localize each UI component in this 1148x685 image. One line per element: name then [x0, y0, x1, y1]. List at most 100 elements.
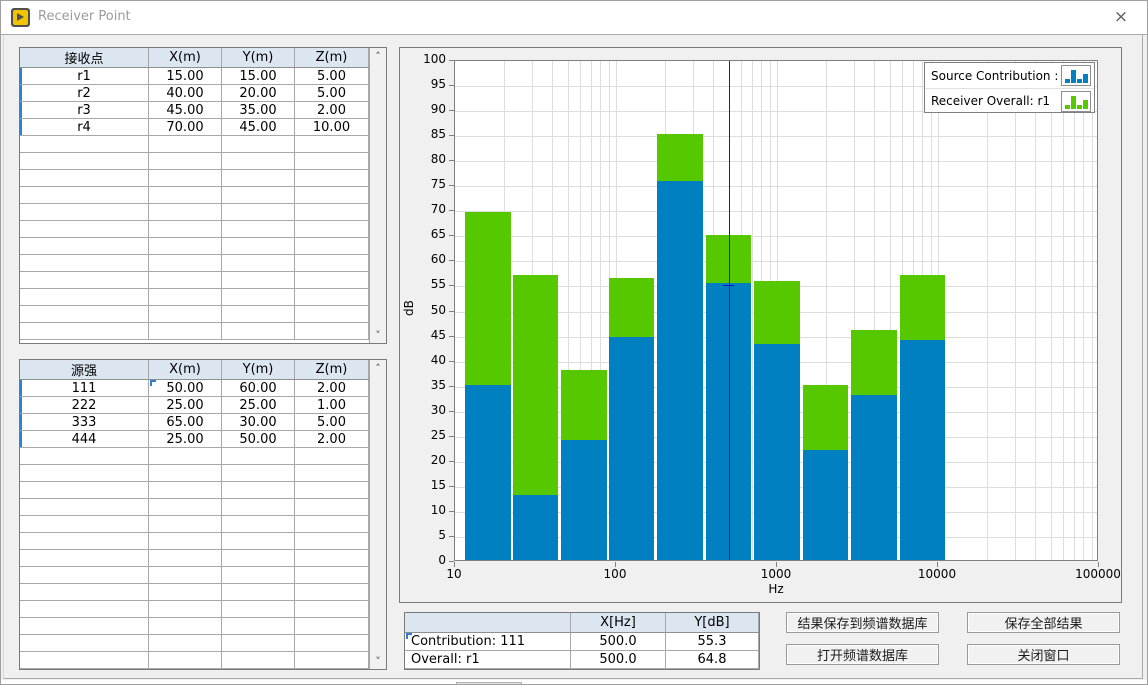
table-cell[interactable]: Overall: r1: [405, 651, 571, 668]
chart-plot-area[interactable]: [454, 60, 1098, 561]
table-cell: [222, 652, 295, 668]
table-cell: [149, 533, 222, 549]
scroll-down-icon[interactable]: ˅: [370, 653, 386, 669]
table-cell[interactable]: 70.00: [149, 119, 222, 135]
table-cell: [222, 482, 295, 498]
table-cell[interactable]: 5.00: [295, 414, 369, 430]
table-cell[interactable]: 2.00: [295, 380, 369, 396]
bar-plot-style-icon[interactable]: [1061, 65, 1091, 86]
table-cell[interactable]: 5.00: [295, 85, 369, 101]
column-header: X(m): [149, 360, 222, 379]
open-spectrum-db-button[interactable]: 打开频谱数据库: [786, 644, 939, 665]
table-cell[interactable]: 65.00: [149, 414, 222, 430]
table-cell[interactable]: r3: [20, 102, 149, 118]
table-cell[interactable]: 50.00: [149, 380, 222, 396]
table-cell: [295, 635, 369, 651]
bar-overall: [851, 330, 897, 395]
bar-overall: [657, 134, 703, 181]
table-cell[interactable]: 35.00: [222, 102, 295, 118]
table-cell[interactable]: 5.00: [295, 68, 369, 84]
vertical-scrollbar[interactable]: ˄˅: [369, 360, 386, 669]
table-cell[interactable]: 333: [20, 414, 149, 430]
table-cell: [20, 170, 149, 186]
chart-cursor-line[interactable]: [729, 61, 730, 560]
scroll-up-icon[interactable]: ˄: [370, 360, 386, 376]
close-window-button[interactable]: 关闭窗口: [967, 644, 1120, 665]
table-cell[interactable]: 45.00: [149, 102, 222, 118]
legend-item-contribution[interactable]: Source Contribution : 111: [925, 63, 1094, 88]
table-cell[interactable]: 50.00: [222, 431, 295, 447]
bar-plot-style-icon[interactable]: [1061, 91, 1091, 112]
y-tick-mark: [449, 361, 454, 362]
table-cell: [222, 516, 295, 532]
selection-marker: [406, 633, 412, 639]
table-cell[interactable]: 55.3: [666, 633, 759, 650]
receiver-row: [20, 170, 386, 187]
bar-overall: [803, 385, 849, 450]
table-cell[interactable]: r4: [20, 119, 149, 135]
table-cell[interactable]: 2.00: [295, 102, 369, 118]
close-icon[interactable]: ×: [1107, 4, 1135, 30]
table-cell: [149, 289, 222, 305]
table-cell[interactable]: 64.8: [666, 651, 759, 668]
table-cell[interactable]: r2: [20, 85, 149, 101]
table-cell[interactable]: 2.00: [295, 431, 369, 447]
save-all-results-button[interactable]: 保存全部结果: [967, 612, 1120, 633]
table-cell: [222, 153, 295, 169]
source-strength-table[interactable]: 源强X(m)Y(m)Z(m)11150.0060.002.0022225.002…: [19, 359, 387, 670]
table-cell: [295, 272, 369, 288]
table-cell: [149, 550, 222, 566]
source-row: 11150.0060.002.00: [20, 380, 386, 397]
vertical-scrollbar[interactable]: ˄˅: [369, 48, 386, 343]
table-cell: [295, 465, 369, 481]
table-cell[interactable]: 111: [20, 380, 149, 396]
table-cell[interactable]: Contribution: 111: [405, 633, 571, 650]
row-selection-marker: [20, 102, 22, 118]
table-cell[interactable]: 444: [20, 431, 149, 447]
y-tick-label: 0: [412, 553, 446, 567]
table-cell[interactable]: 222: [20, 397, 149, 413]
cursor-readout-table[interactable]: X[Hz]Y[dB]Contribution: 111500.055.3Over…: [404, 612, 760, 670]
table-cell[interactable]: 25.00: [222, 397, 295, 413]
table-cell[interactable]: 60.00: [222, 380, 295, 396]
receiver-point-table[interactable]: 接收点X(m)Y(m)Z(m)r115.0015.005.00r240.0020…: [19, 47, 387, 344]
row-selection-marker: [20, 85, 22, 101]
y-tick-label: 95: [412, 77, 446, 91]
bar-contribution: [609, 337, 655, 560]
table-cell: [20, 601, 149, 617]
table-cell: [20, 204, 149, 220]
table-cell[interactable]: 25.00: [149, 431, 222, 447]
spectrum-chart: dB Hz 0510152025303540455055606570758085…: [399, 47, 1122, 603]
table-cell: [222, 584, 295, 600]
table-cell[interactable]: 45.00: [222, 119, 295, 135]
table-cell: [295, 136, 369, 152]
bar-overall: [513, 275, 559, 495]
column-header: X(m): [149, 48, 222, 67]
table-cell[interactable]: 500.0: [571, 651, 666, 668]
save-results-to-spectrum-db-button[interactable]: 结果保存到频谱数据库: [786, 612, 939, 633]
x-tick-label: 1000: [741, 567, 811, 581]
scroll-up-icon[interactable]: ˄: [370, 48, 386, 64]
bar-contribution: [900, 340, 946, 560]
scroll-down-icon[interactable]: ˅: [370, 327, 386, 343]
legend-item-overall[interactable]: Receiver Overall: r1: [925, 88, 1094, 113]
table-cell[interactable]: 500.0: [571, 633, 666, 650]
table-cell: [149, 465, 222, 481]
table-cell: [295, 516, 369, 532]
table-cell[interactable]: r1: [20, 68, 149, 84]
y-tick-mark: [449, 85, 454, 86]
table-cell[interactable]: 20.00: [222, 85, 295, 101]
table-cell[interactable]: 30.00: [222, 414, 295, 430]
table-cell[interactable]: 25.00: [149, 397, 222, 413]
table-cell[interactable]: 1.00: [295, 397, 369, 413]
table-cell[interactable]: 40.00: [149, 85, 222, 101]
table-cell[interactable]: 15.00: [222, 68, 295, 84]
receiver-row: [20, 323, 386, 340]
table-cell[interactable]: 10.00: [295, 119, 369, 135]
table-cell[interactable]: 15.00: [149, 68, 222, 84]
chart-cursor-crosshair[interactable]: [723, 285, 734, 286]
table-cell: [20, 499, 149, 515]
y-tick-mark: [449, 60, 454, 61]
y-tick-label: 50: [412, 303, 446, 317]
y-tick-mark: [449, 486, 454, 487]
